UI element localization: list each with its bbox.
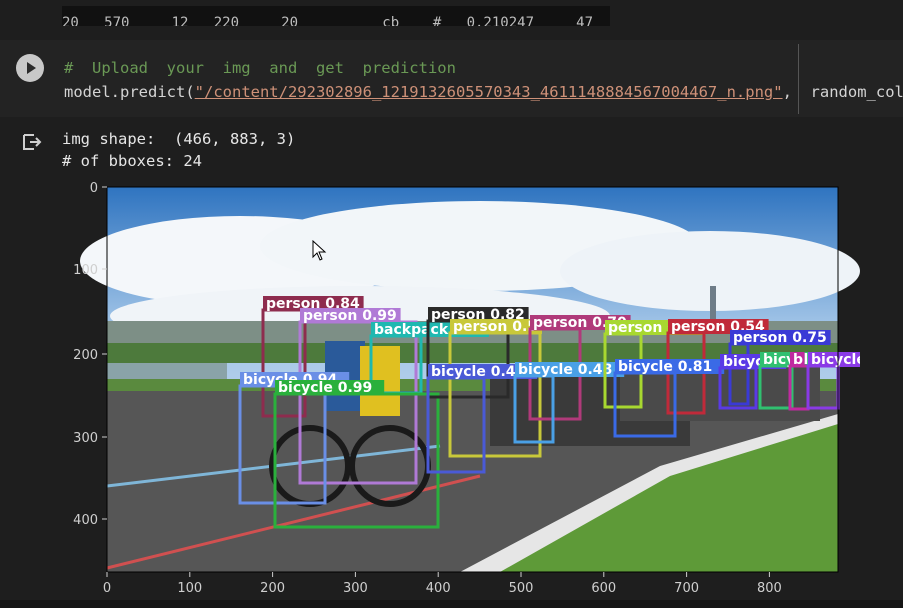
x-tick-label: 800	[757, 581, 782, 596]
detection-label: bicycle 0.41	[431, 364, 525, 380]
bbox-count-line: # of bboxes: 24	[62, 152, 202, 170]
code-path-string[interactable]: "/content/292302896_1219132605570343_461…	[195, 83, 783, 101]
prediction-plot: person 0.84person 0.99backpack 0.73bicyc…	[73, 181, 860, 596]
bottom-status-bar	[0, 600, 903, 608]
y-tick-label: 200	[73, 348, 98, 363]
y-tick-label: 100	[73, 263, 98, 278]
x-tick-label: 0	[103, 581, 111, 596]
y-tick-label: 300	[73, 431, 98, 446]
detection-label: person 0.75	[733, 330, 827, 346]
output-text: img shape: (466, 883, 3) # of bboxes: 24	[62, 128, 295, 172]
detection-label: person 0.5	[453, 319, 537, 335]
detection-label: bicycle 0.99	[278, 380, 372, 396]
code-suffix: , random_color	[782, 83, 903, 101]
x-tick-label: 500	[509, 581, 534, 596]
y-tick-label: 0	[90, 181, 98, 196]
code-prefix: model.predict(	[64, 83, 195, 101]
detection-label: bicycle	[811, 352, 860, 368]
run-cell-button[interactable]	[16, 54, 44, 82]
img-shape-line: img shape: (466, 883, 3)	[62, 130, 296, 148]
output-redirect-icon[interactable]	[22, 132, 42, 152]
x-tick-label: 100	[177, 581, 202, 596]
y-tick-label: 400	[73, 513, 98, 528]
previous-output-row: 20 570 12 220 20 cb # 0.210247 47 17	[62, 6, 610, 26]
code-comment: # Upload your img and get prediction	[64, 59, 456, 77]
x-tick-label: 700	[674, 581, 699, 596]
code-editor[interactable]: # Upload your img and get prediction mod…	[64, 56, 903, 104]
detection-label: bicycle 0.48	[518, 362, 612, 378]
detection-label: b	[793, 352, 803, 368]
x-tick-label: 200	[260, 581, 285, 596]
x-tick-label: 600	[591, 581, 616, 596]
x-tick-label: 300	[343, 581, 368, 596]
mouse-cursor-icon	[312, 240, 327, 261]
x-tick-label: 400	[426, 581, 451, 596]
detection-label: bicycle 0.81	[618, 359, 712, 375]
